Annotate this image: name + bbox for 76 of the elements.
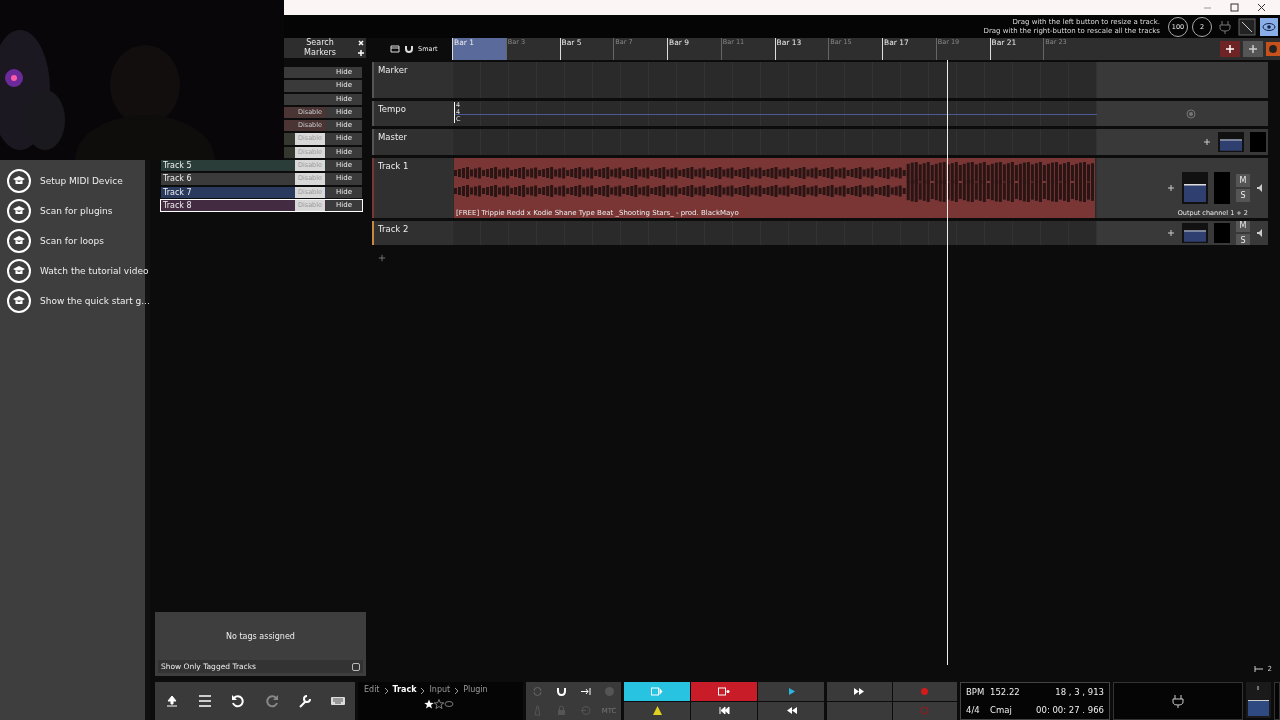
- close-icon[interactable]: [1257, 3, 1266, 12]
- track-name: Track 7: [162, 186, 192, 198]
- empty-message: No tags assigned: [225, 632, 296, 641]
- graduation-cap-icon: [6, 288, 32, 314]
- chevron-icon: [454, 687, 460, 695]
- tutorial-item[interactable]: Scan for plugins: [6, 198, 145, 224]
- track-name[interactable]: Marker: [374, 62, 452, 98]
- warning-button[interactable]: [624, 701, 690, 720]
- bar-position: 18 , 3 , 913: [1054, 687, 1104, 697]
- zoom-icon[interactable]: [1253, 664, 1264, 674]
- level-meter: [1250, 132, 1266, 152]
- add-icon: [1225, 44, 1235, 54]
- undo-icon[interactable]: [230, 693, 247, 709]
- graduation-cap-icon: [6, 258, 32, 284]
- record-icon: [919, 685, 931, 697]
- resize-icon[interactable]: [1238, 17, 1256, 36]
- time-position: 00: 00: 27 . 966: [1035, 705, 1104, 715]
- track-name: Track 8: [162, 199, 192, 212]
- track-name[interactable]: Track 2: [374, 221, 452, 245]
- graduation-cap-icon: [6, 198, 32, 224]
- time-signature[interactable]: 4/4: [966, 705, 990, 715]
- filter-checkbox[interactable]: [352, 662, 360, 671]
- chevron-icon: [383, 687, 389, 695]
- rewind-button[interactable]: [758, 701, 824, 720]
- track-name: Track 5: [162, 160, 192, 172]
- skip-back-icon: [718, 705, 730, 717]
- markers-button[interactable]: Markers: [284, 48, 356, 58]
- output-meter: [1246, 682, 1271, 718]
- breadcrumb-item[interactable]: Input: [429, 685, 451, 695]
- favorite-icon[interactable]: [424, 699, 454, 709]
- tray-icon[interactable]: [390, 44, 400, 54]
- chevron-icon: [420, 687, 426, 695]
- graduation-cap-icon: [6, 228, 32, 254]
- punch-icon: [919, 705, 931, 717]
- tutorial-item[interactable]: Setup MIDI Device: [6, 168, 145, 194]
- input-icon[interactable]: [579, 705, 591, 716]
- record-knob-icon[interactable]: [1266, 41, 1280, 57]
- track-name[interactable]: Master: [374, 129, 452, 155]
- bpm-value[interactable]: 152.22: [990, 687, 1034, 697]
- track-name[interactable]: Track 1: [374, 158, 452, 218]
- record-clip-button[interactable]: [691, 682, 757, 701]
- tutorial-item[interactable]: Scan for loops: [6, 228, 145, 254]
- warning-icon: [651, 705, 663, 717]
- graduation-cap-icon: [6, 168, 32, 194]
- knob-icon[interactable]: [1186, 108, 1196, 119]
- level-meter: [1214, 172, 1230, 204]
- track-name: Track 6: [162, 173, 192, 185]
- level-meter: [1214, 223, 1230, 243]
- redo-icon[interactable]: [263, 693, 280, 709]
- play-clip-button[interactable]: [624, 682, 690, 701]
- add-button[interactable]: [1243, 41, 1263, 57]
- jump-icon[interactable]: [579, 686, 591, 697]
- plug-icon[interactable]: [1170, 693, 1186, 709]
- close-icon[interactable]: [356, 38, 366, 48]
- search-button[interactable]: Search: [284, 38, 356, 48]
- mute-button[interactable]: M: [1236, 221, 1250, 232]
- rewind-icon: [785, 705, 797, 717]
- menu-icon[interactable]: [197, 693, 213, 709]
- maximize-icon[interactable]: [1230, 3, 1239, 12]
- key-signature[interactable]: Cmaj: [990, 705, 1034, 715]
- breadcrumb-item[interactable]: Track: [392, 685, 417, 695]
- breadcrumb-item[interactable]: Plugin: [463, 685, 488, 695]
- magnet-icon[interactable]: [404, 44, 414, 54]
- fast-forward-icon: [853, 685, 865, 697]
- add-icon: [1248, 44, 1258, 54]
- solo-button[interactable]: S: [1236, 234, 1250, 245]
- bpm-label: BPM: [966, 687, 986, 697]
- rewind-start-button[interactable]: [691, 701, 757, 720]
- solo-button[interactable]: S: [1236, 189, 1250, 202]
- fast-forward-button[interactable]: [827, 682, 892, 701]
- eye-icon[interactable]: [1260, 17, 1278, 36]
- breadcrumb-item[interactable]: Edit: [364, 685, 380, 695]
- mute-button[interactable]: M: [1236, 174, 1250, 187]
- track-name[interactable]: Tempo: [374, 101, 452, 126]
- add-track-button[interactable]: [1220, 41, 1240, 57]
- volume-fader[interactable]: [1182, 172, 1208, 204]
